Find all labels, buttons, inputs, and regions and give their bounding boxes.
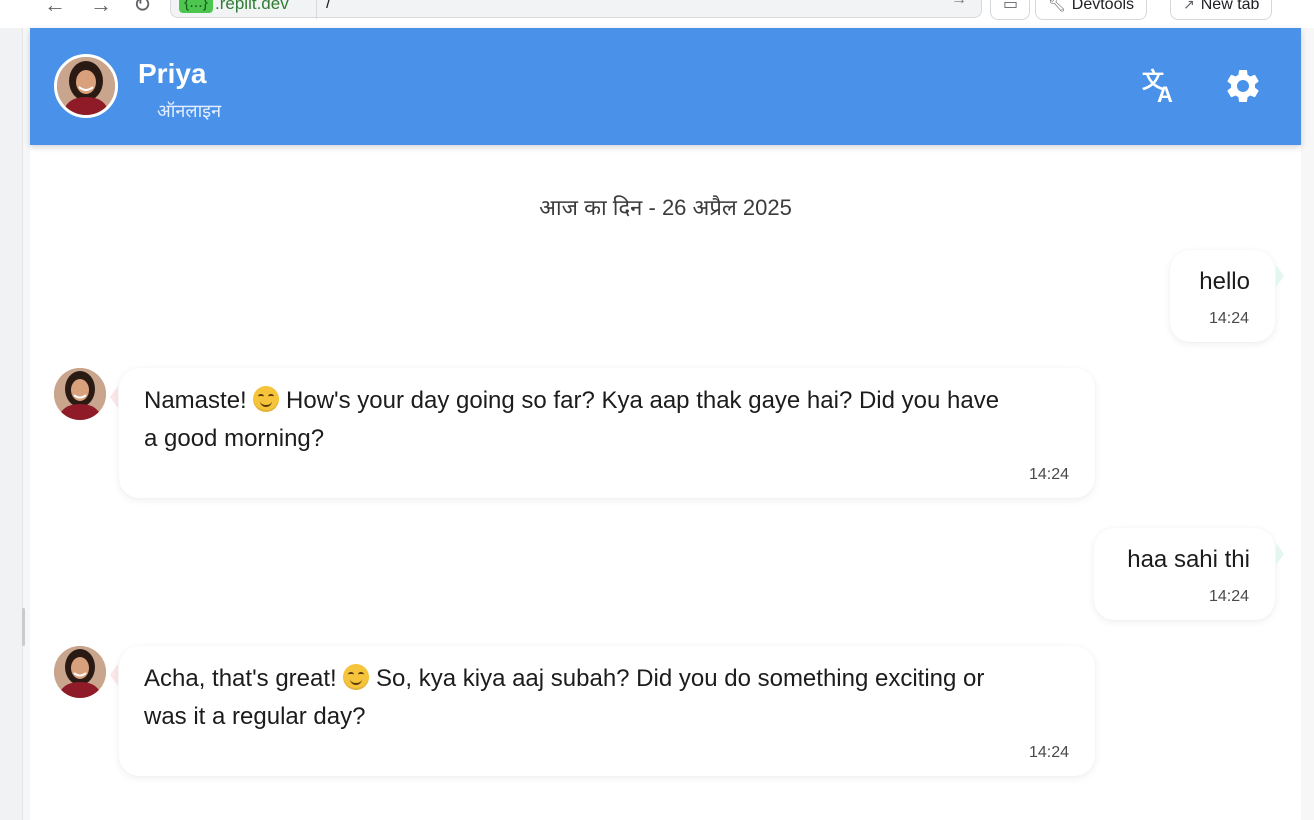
priya-avatar[interactable] [54, 646, 106, 698]
go-arrow-icon[interactable]: → [951, 0, 967, 9]
bubble-tail [110, 386, 118, 408]
external-link-icon: ↗ [1183, 0, 1195, 12]
priya-avatar[interactable] [54, 368, 106, 420]
right-panel-edge [1301, 28, 1314, 820]
bubble-tail [110, 664, 118, 686]
message-time: 14:24 [1208, 588, 1249, 605]
message-time: 14:24 [1208, 310, 1249, 327]
message-text-part: a good morning? [144, 425, 325, 452]
online-status: ऑनलाइन [157, 101, 222, 121]
back-arrow-icon[interactable]: ← [44, 0, 66, 16]
resize-handle[interactable] [22, 608, 25, 646]
browser-toolbar: ← → ↻ {...} .replit.dev / → ▭ 🔧︎ Devtools… [0, 0, 1314, 28]
message-text-part: So, kya kiya aaj subah? Did you do somet… [369, 665, 985, 692]
translate-icon[interactable]: 文 A [1140, 66, 1180, 107]
message-text: hello [1199, 268, 1250, 295]
url-divider [316, 0, 317, 19]
smiling-face-emoji [343, 664, 370, 690]
url-host-prefix: {...} [179, 0, 214, 13]
url-path[interactable]: / [326, 0, 331, 13]
date-separator: आज का दिन - 26 अप्रैल 2025 [539, 195, 792, 220]
device-preview-button[interactable]: ▭ [990, 0, 1030, 20]
smiling-face-emoji [253, 386, 280, 412]
message-text-part: How's your day going so far? Kya aap tha… [279, 387, 1000, 414]
outgoing-message[interactable]: haa sahi thi 14:24 [1094, 528, 1275, 620]
message-text: haa sahi thi [1127, 546, 1250, 573]
message-text-part: was it a regular day? [144, 703, 366, 730]
devtools-button[interactable]: 🔧︎ Devtools [1035, 0, 1148, 20]
message-text: Acha, that's great! So, kya kiya aaj sub… [144, 660, 984, 736]
contact-name: Priya [138, 58, 207, 89]
contact-avatar[interactable] [54, 54, 118, 118]
message-text: Namaste! How's your day going so far? Ky… [144, 382, 999, 458]
outgoing-message[interactable]: hello 14:24 [1170, 250, 1275, 342]
forward-arrow-icon[interactable]: → [90, 0, 112, 16]
svg-text:A: A [1157, 82, 1173, 106]
incoming-message[interactable]: Namaste! How's your day going so far? Ky… [119, 368, 1095, 498]
wrench-icon: 🔧︎ [1048, 0, 1066, 12]
monitor-icon: ▭ [1003, 0, 1019, 13]
chat-app: Priya ऑनलाइन 文 A आज का दिन - 26 अप्रैल 2… [30, 28, 1301, 820]
incoming-message[interactable]: Acha, that's great! So, kya kiya aaj sub… [119, 646, 1095, 776]
gear-icon[interactable] [1223, 66, 1263, 106]
bubble-tail [1276, 543, 1284, 565]
chat-header: Priya ऑनलाइन 文 A [30, 28, 1301, 145]
new-tab-label: New tab [1200, 0, 1260, 13]
message-time: 14:24 [1028, 744, 1069, 761]
devtools-label: Devtools [1071, 0, 1135, 13]
url-host: .replit.dev [215, 0, 289, 13]
left-panel-edge [0, 28, 23, 820]
address-bar[interactable]: {...} .replit.dev / → [170, 0, 982, 19]
reload-icon[interactable]: ↻ [133, 0, 151, 16]
new-tab-button[interactable]: ↗ New tab [1170, 0, 1273, 20]
message-text-part: Namaste! [144, 387, 254, 414]
message-text-part: Acha, that's great! [144, 665, 344, 692]
bubble-tail [1276, 265, 1284, 287]
message-time: 14:24 [1028, 466, 1069, 483]
